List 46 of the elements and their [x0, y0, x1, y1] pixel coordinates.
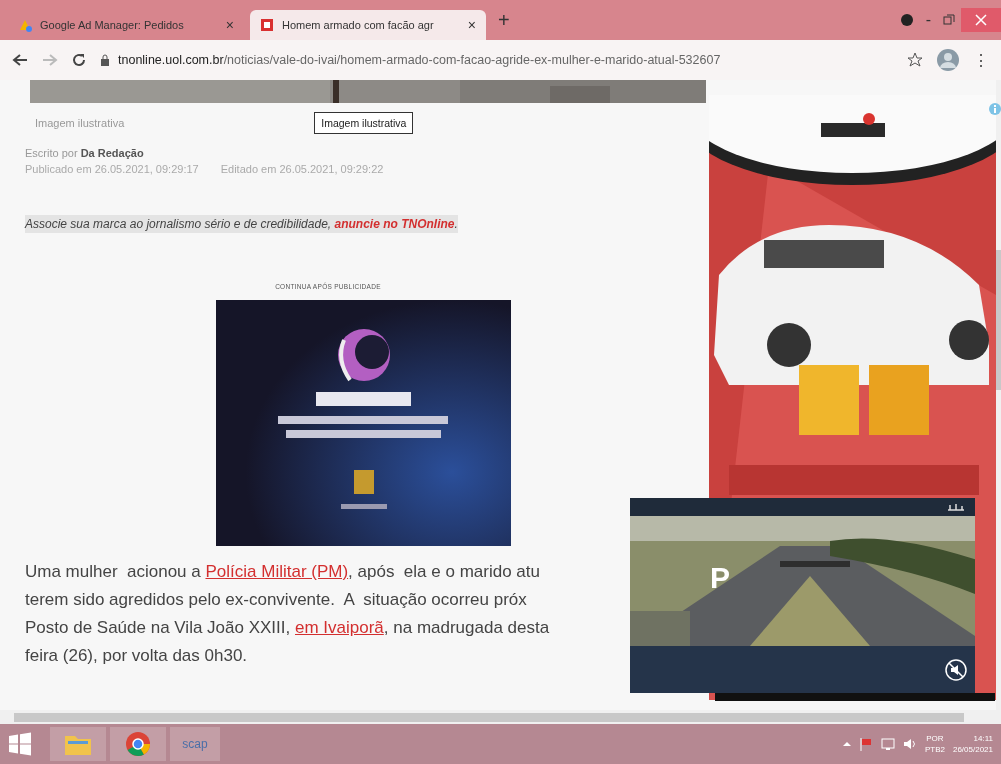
clock[interactable]: 14:11 26/05/2021 — [952, 733, 993, 755]
promo-text: Associe sua marca ao jornalismo sério e de credibilidade, anuncie no TNOnline. — [25, 215, 458, 233]
tray-caret-icon[interactable] — [842, 741, 851, 747]
paragraph-line: Posto de Saúde na Vila João XXIII, em Ivaiporã, na madrugada desta — [25, 617, 551, 639]
language-indicator[interactable]: POR PTB2 — [924, 733, 945, 755]
horizontal-scrollbar[interactable] — [0, 710, 1001, 724]
avatar-icon[interactable] — [937, 49, 959, 71]
byline: Escrito por Da Redação — [25, 147, 145, 159]
record-icon[interactable] — [899, 13, 914, 27]
star-icon[interactable] — [907, 52, 923, 68]
tooltip: Imagem ilustrativa — [314, 112, 414, 134]
maximize-icon[interactable] — [943, 14, 955, 26]
menu-button[interactable]: ⋮ — [973, 50, 989, 70]
lock-icon — [100, 54, 110, 66]
taskbar-app[interactable] — [110, 727, 166, 761]
close-button[interactable]: × — [225, 17, 234, 33]
forward-arrow-icon[interactable] — [42, 53, 58, 67]
advertise-link[interactable]: anuncie no TNOnline — [334, 217, 455, 231]
back-arrow-icon[interactable] — [12, 53, 28, 67]
image-caption: Imagem ilustrativa — [35, 117, 125, 129]
browser-tab[interactable]: Google Ad Manager: Pedidos × — [8, 10, 244, 40]
reload-icon[interactable] — [72, 53, 86, 67]
close-icon[interactable] — [961, 8, 1001, 32]
vertical-scrollbar[interactable] — [996, 80, 1001, 710]
windows-start-icon[interactable] — [8, 732, 32, 756]
edit-date: Editado em 26.05.2021, 09:29:22 — [220, 163, 384, 175]
paragraph-line: Uma mulher acionou a Polícia Militar (PM), após ela e o marido atu — [25, 561, 541, 583]
tab-title: Homem armado com facão agr — [282, 19, 435, 31]
new-tab-button[interactable]: + — [492, 8, 516, 32]
article-link[interactable]: Polícia Militar (PM) — [205, 562, 349, 581]
close-button[interactable]: × — [467, 17, 476, 33]
page-logo-icon — [260, 18, 274, 32]
network-icon[interactable] — [880, 737, 895, 751]
taskbar-app[interactable] — [50, 727, 106, 761]
paragraph-line: terem sido agredidos pelo ex-convivente. A situação ocorreu próx — [25, 589, 528, 611]
paragraph-line: feira (26), por volta das 0h30. — [25, 645, 249, 667]
browser-tab[interactable]: Homem armado com facão agr × — [250, 10, 486, 40]
colorful-logo-icon — [18, 18, 32, 32]
address-field[interactable]: tnonline.uol.com.br/noticias/vale-do-ivai/homem-armado-com-facao-agride-ex-mulher-e-marido-atual-532607 — [100, 53, 721, 67]
chrome-icon — [125, 731, 151, 757]
speaker-icon[interactable] — [902, 737, 917, 751]
article-link[interactable]: em Ivaiporã — [295, 618, 384, 637]
flag-icon[interactable] — [858, 737, 873, 751]
publish-date: Publicado em 26.05.2021, 09:29:17 — [25, 163, 199, 175]
minimize-button[interactable]: - — [919, 11, 937, 29]
tab-title: Google Ad Manager: Pedidos — [40, 19, 185, 31]
